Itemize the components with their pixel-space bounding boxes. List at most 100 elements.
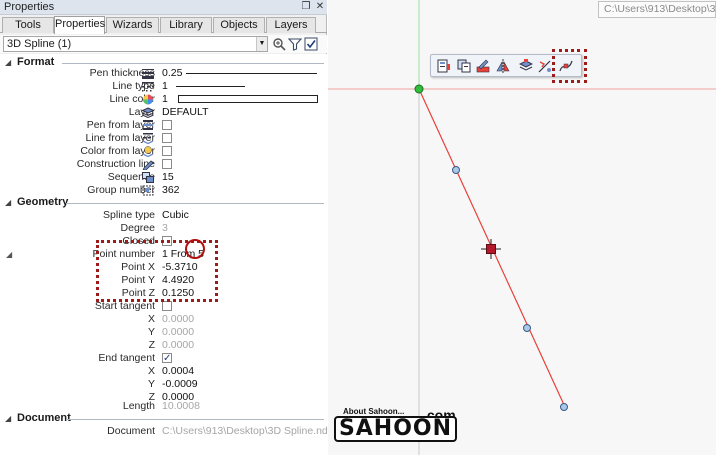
chevron-down-icon[interactable]: ▼ <box>256 37 267 51</box>
pen-thickness-value[interactable]: 0.25 <box>162 67 182 80</box>
collapse-triangle-icon[interactable]: ◢ <box>5 412 11 425</box>
floating-toolbar <box>430 54 582 77</box>
watermark-name: SAHOON <box>334 416 457 442</box>
tab-library[interactable]: Library <box>160 17 212 33</box>
object-selector[interactable]: 3D Spline (1) ▼ <box>3 36 268 52</box>
close-icon[interactable]: ✕ <box>314 0 326 14</box>
pen-thickness-icon <box>142 69 154 79</box>
row-spline-type[interactable]: Spline type Cubic <box>0 209 327 222</box>
spline-edit-icon[interactable] <box>559 59 573 73</box>
select-zoom-icon[interactable] <box>272 37 286 51</box>
pen-from-layer-checkbox[interactable] <box>162 120 172 130</box>
section-geometry[interactable]: ◢ Geometry <box>0 196 327 209</box>
tab-layers[interactable]: Layers <box>266 17 316 33</box>
row-pen-from-layer[interactable]: Pen from layer <box>0 119 327 132</box>
row-pen-thickness[interactable]: Pen thickness 0.25 <box>0 67 327 80</box>
spline-type-label: Spline type <box>103 209 155 221</box>
section-divider <box>66 203 324 204</box>
watermark-about: About Sahoon... <box>343 407 405 416</box>
row-line-from-layer[interactable]: Line from layer <box>0 132 327 145</box>
row-degree: Degree 3 <box>0 222 327 235</box>
closed-label: Closed <box>122 235 155 247</box>
row-end-tangent-x[interactable]: X 0.0004 <box>0 365 327 378</box>
tab-objects[interactable]: Objects <box>213 17 265 33</box>
sequence-icon <box>142 172 154 183</box>
color-from-layer-checkbox[interactable] <box>162 146 172 156</box>
line-from-layer-checkbox[interactable] <box>162 133 172 143</box>
line-color-swatch[interactable] <box>178 95 318 103</box>
filter-icon[interactable] <box>288 37 302 51</box>
sequence-value[interactable]: 15 <box>162 171 174 184</box>
section-geometry-title: Geometry <box>17 196 69 208</box>
row-start-tangent[interactable]: Start tangent <box>0 300 327 313</box>
document-label: Document <box>107 425 155 437</box>
layer-icon[interactable] <box>519 59 533 73</box>
end-tangent-x-value[interactable]: 0.0004 <box>162 365 194 378</box>
line-type-value[interactable]: 1 <box>162 80 168 93</box>
panel-tabs: Tools Properties Wizards Library Objects… <box>0 16 327 34</box>
pen-from-layer-icon <box>143 120 153 130</box>
properties-panel: Properties ❒ ✕ Tools Properties Wizards … <box>0 0 335 455</box>
tab-properties[interactable]: Properties <box>54 16 105 34</box>
start-tangent-x-label: X <box>147 313 155 325</box>
layer-value[interactable]: DEFAULT <box>162 106 208 119</box>
row-point-z[interactable]: Point Z 0.1250 <box>0 287 327 300</box>
point-number-value[interactable]: 1 From 5 <box>162 248 204 261</box>
section-document[interactable]: ◢ Document <box>0 412 327 425</box>
row-end-tangent-y[interactable]: Y -0.0009 <box>0 378 327 391</box>
section-document-title: Document <box>17 412 71 424</box>
trim-icon[interactable] <box>538 59 552 73</box>
row-sequence[interactable]: Sequence 15 <box>0 171 327 184</box>
control-point-5 <box>560 403 568 411</box>
pen-thickness-preview <box>186 73 317 74</box>
point-y-label: Point Y <box>121 274 155 286</box>
panel-titlebar: Properties ❒ ✕ <box>0 0 327 15</box>
object-selector-row: 3D Spline (1) ▼ <box>0 35 327 53</box>
row-end-tangent[interactable]: End tangent <box>0 352 327 365</box>
checkbox-toggle-icon[interactable] <box>304 37 318 51</box>
control-point-2 <box>452 166 460 174</box>
spline-type-value[interactable]: Cubic <box>162 209 189 222</box>
color-wheel-icon <box>143 94 153 105</box>
edit-icon[interactable] <box>476 59 490 73</box>
degree-value: 3 <box>162 222 168 234</box>
group-icon <box>142 185 154 196</box>
drawing-canvas[interactable]: C:\Users\913\Desktop\3 About Sahoon... .… <box>328 0 716 455</box>
row-layer[interactable]: Layer DEFAULT <box>0 106 327 119</box>
tab-tools[interactable]: Tools <box>2 17 54 33</box>
row-start-tangent-z: Z 0.0000 <box>0 339 327 352</box>
mirror-icon[interactable] <box>496 59 510 73</box>
row-point-y[interactable]: Point Y 4.4920 <box>0 274 327 287</box>
row-construction-line[interactable]: Construction line <box>0 158 327 171</box>
construction-line-checkbox[interactable] <box>162 159 172 169</box>
point-y-value[interactable]: 4.4920 <box>162 274 194 287</box>
point-z-label: Point Z <box>121 287 155 299</box>
point-x-value[interactable]: -5.3710 <box>162 261 198 274</box>
start-tangent-y-value: 0.0000 <box>162 326 195 338</box>
expand-triangle-icon[interactable]: ◢ <box>6 248 12 261</box>
row-point-x[interactable]: Point X -5.3710 <box>0 261 327 274</box>
row-line-type[interactable]: Line type 1 <box>0 80 327 93</box>
row-document-path: Document C:\Users\913\Desktop\3D Spline.… <box>0 425 335 438</box>
copy-properties-icon[interactable] <box>457 59 471 73</box>
row-closed[interactable]: Closed <box>0 235 327 248</box>
point-z-value[interactable]: 0.1250 <box>162 287 194 300</box>
end-tangent-x-label: X <box>147 365 155 377</box>
closed-checkbox[interactable] <box>162 236 172 246</box>
center-marker <box>481 239 501 259</box>
start-tangent-checkbox[interactable] <box>162 301 172 311</box>
end-tangent-y-label: Y <box>147 378 155 390</box>
end-tangent-y-value[interactable]: -0.0009 <box>162 378 198 391</box>
panel-title: Properties <box>4 1 55 13</box>
end-tangent-checkbox[interactable] <box>162 352 172 365</box>
start-tangent-y-label: Y <box>147 326 155 338</box>
row-line-color[interactable]: Line color 1 <box>0 93 327 106</box>
row-color-from-layer[interactable]: Color from layer <box>0 145 327 158</box>
pin-icon[interactable]: ❒ <box>300 0 312 14</box>
tab-wizards[interactable]: Wizards <box>106 17 159 33</box>
row-point-number[interactable]: ◢ Point number 1 From 5 <box>0 248 327 261</box>
line-color-value[interactable]: 1 <box>162 93 168 106</box>
end-tangent-label: End tangent <box>98 352 155 364</box>
object-properties-icon[interactable] <box>437 59 451 73</box>
collapse-triangle-icon[interactable]: ◢ <box>5 196 11 209</box>
